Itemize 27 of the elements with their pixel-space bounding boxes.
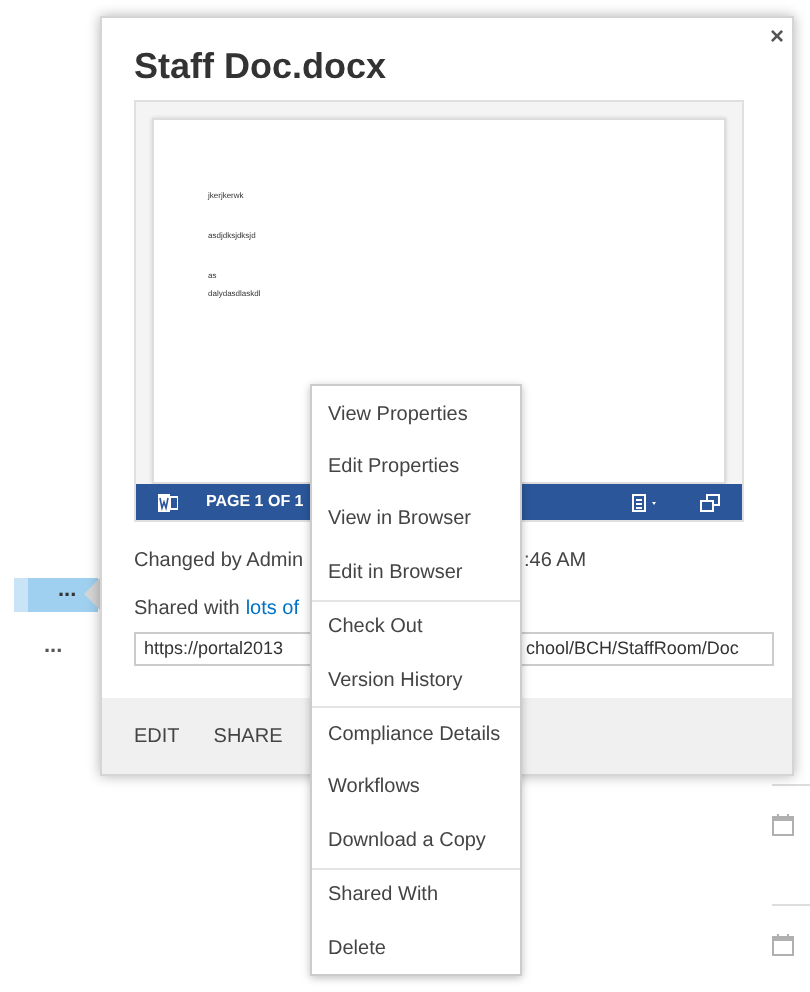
popout-icon[interactable] [700,493,720,511]
close-button[interactable]: × [769,24,784,48]
menu-item[interactable]: Workflows [312,761,520,815]
page-label: PAGE 1 OF 1 [206,490,304,514]
word-icon [158,493,178,511]
menu-item[interactable]: View Properties [312,388,520,441]
url-end-text: chool/BCH/StaffRoom/Doc [526,635,739,662]
footer-action[interactable]: EDIT [134,721,180,751]
menu-item[interactable]: Edit in Browser [312,546,520,600]
calendar-icon [772,814,794,836]
changed-by-text: Changed by Admin [134,550,304,572]
menu-item[interactable]: Compliance Details [312,708,520,762]
more-options-button[interactable]: ... [14,634,98,668]
menu-item[interactable]: Delete [312,921,520,975]
document-title: Staff Doc.docx [134,44,389,90]
menu-item[interactable]: Download a Copy [312,814,520,868]
menu-item[interactable]: Shared With [312,869,520,922]
url-start-text: https://portal2013 [144,637,284,658]
menu-item[interactable]: View in Browser [312,493,520,547]
reading-view-icon[interactable] [632,493,660,511]
more-options-button[interactable]: ... [14,578,98,612]
changed-time-text: :46 AM [524,548,587,576]
shared-with-text: Shared with [134,596,240,624]
shared-link[interactable]: lots of [245,596,299,624]
menu-item[interactable]: Edit Properties [312,440,520,494]
footer-action[interactable]: SHARE [213,721,283,751]
calendar-icon [772,934,794,956]
